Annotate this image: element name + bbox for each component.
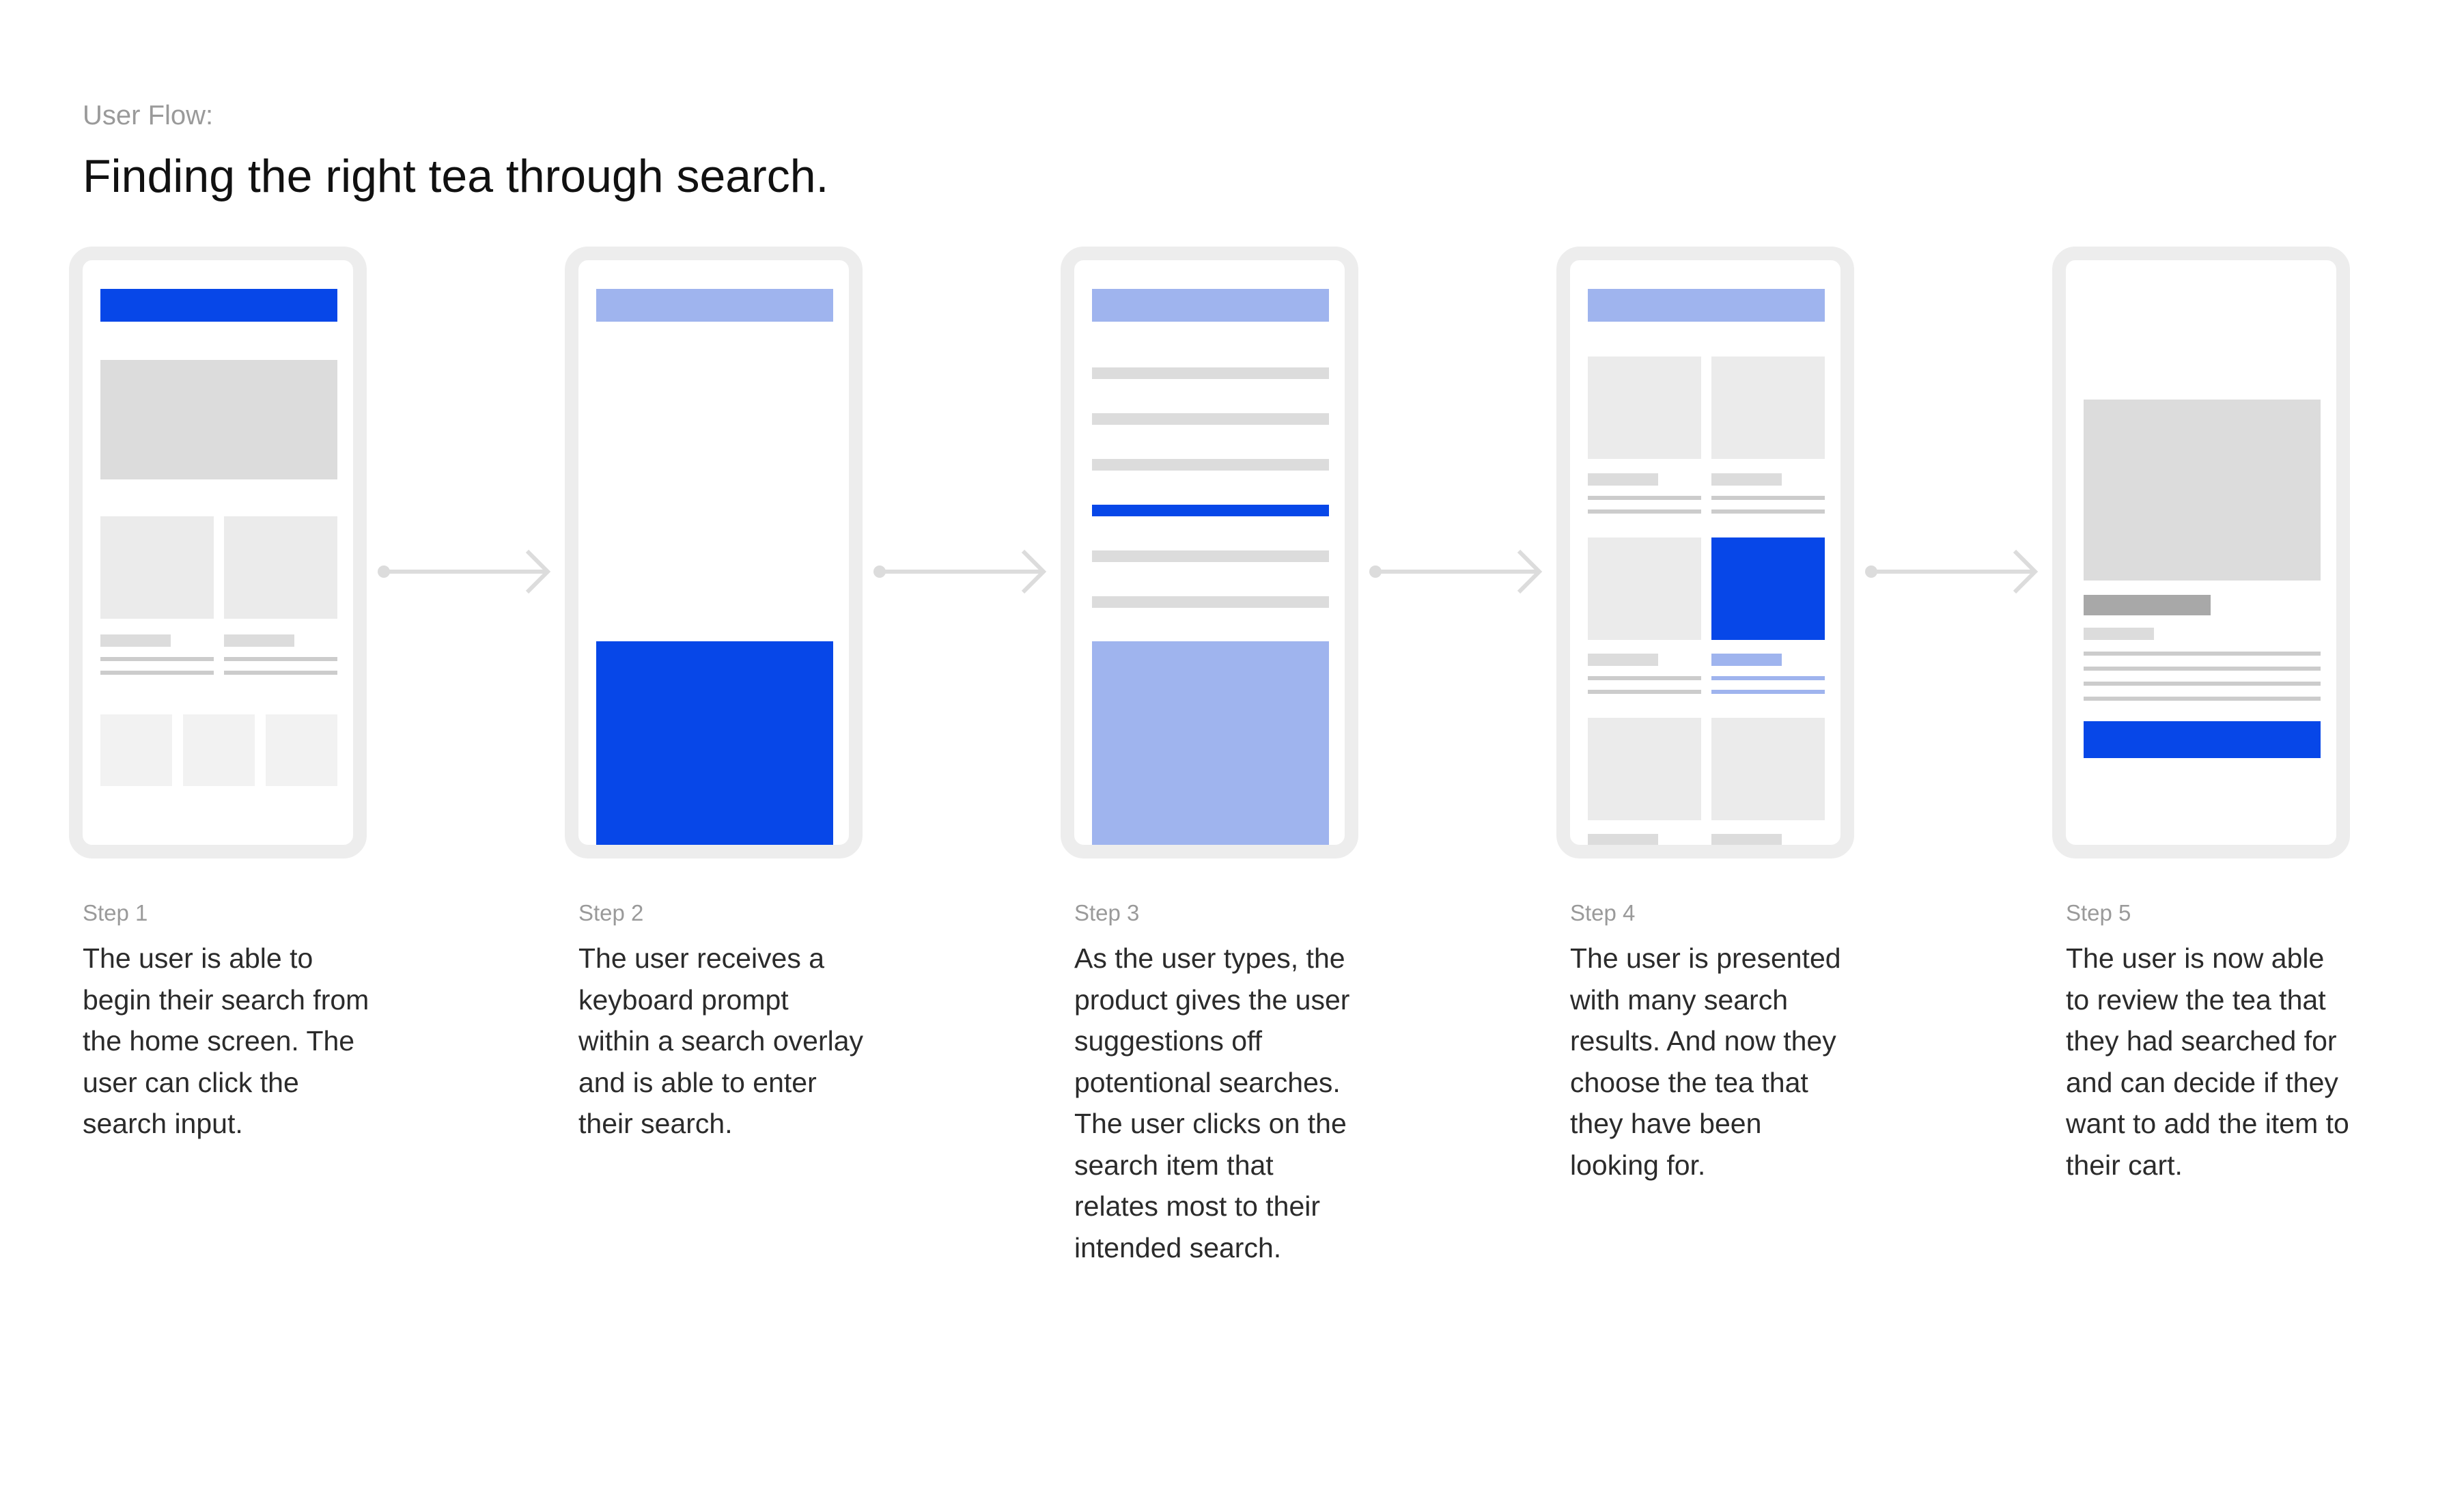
product-title-placeholder (100, 634, 171, 647)
overline-label: User Flow: (83, 100, 214, 130)
result-image-placeholder (1588, 718, 1701, 820)
result-image-placeholder (1588, 357, 1701, 459)
hero-banner-placeholder (100, 360, 337, 479)
text-line-placeholder (1588, 676, 1701, 680)
suggestion-item (1092, 459, 1329, 471)
result-image-placeholder (1711, 718, 1825, 820)
text-line-placeholder (100, 671, 214, 675)
result-title-placeholder (1588, 473, 1658, 486)
phone-mockup-step-3 (1061, 247, 1358, 858)
description-line-placeholder (2084, 667, 2321, 671)
keyboard-placeholder (596, 641, 833, 845)
product-image-placeholder (224, 516, 337, 619)
text-line-placeholder (1711, 496, 1825, 500)
result-image-placeholder (1711, 357, 1825, 459)
text-line-selected (1711, 676, 1825, 680)
step-description: The user is now able to review the tea t… (2066, 942, 2349, 1181)
text-line-placeholder (1588, 509, 1701, 514)
text-line-placeholder (224, 671, 337, 675)
flow-arrow (873, 549, 1047, 594)
phone-mockup-step-1 (69, 247, 367, 858)
suggestion-item (1092, 550, 1329, 562)
phone-mockup-step-2 (565, 247, 863, 858)
suggestion-item-selected (1092, 505, 1329, 516)
description-line-placeholder (2084, 682, 2321, 686)
step-description: The user is able to begin their search f… (83, 942, 369, 1139)
product-price-placeholder (2084, 628, 2154, 640)
step-label: Step 2 (578, 900, 644, 925)
description-line-placeholder (2084, 697, 2321, 701)
result-title-selected (1711, 654, 1782, 666)
step-description: The user receives a keyboard prompt with… (578, 942, 864, 1139)
text-line-placeholder (1588, 856, 1701, 858)
search-bar-placeholder (596, 289, 833, 322)
page-title: Finding the right tea through search. (83, 150, 829, 202)
category-tile-placeholder (100, 714, 172, 786)
result-title-placeholder (1711, 834, 1782, 845)
step-label: Step 1 (83, 900, 148, 925)
category-tile-placeholder (266, 714, 337, 786)
phone-mockup-step-5 (2052, 247, 2350, 858)
suggestion-item (1092, 367, 1329, 379)
text-line-placeholder (224, 657, 337, 661)
suggestion-item (1092, 596, 1329, 608)
flow-arrow (1369, 549, 1543, 594)
search-input-highlighted (100, 289, 337, 322)
step-label: Step 5 (2066, 900, 2131, 925)
search-bar-placeholder (1588, 289, 1825, 322)
result-image-placeholder (1588, 537, 1701, 640)
description-line-placeholder (2084, 652, 2321, 656)
product-name-placeholder (2084, 595, 2211, 615)
flow-arrow (1865, 549, 2039, 594)
result-image-selected (1711, 537, 1825, 640)
step-label: Step 3 (1074, 900, 1140, 925)
result-title-placeholder (1588, 654, 1658, 666)
text-line-placeholder (1711, 856, 1825, 858)
text-line-placeholder (100, 657, 214, 661)
result-title-placeholder (1711, 473, 1782, 486)
step-description: As the user types, the product gives the… (1074, 942, 1350, 1263)
step-label: Step 4 (1570, 900, 1636, 925)
product-title-placeholder (224, 634, 294, 647)
result-title-placeholder (1588, 834, 1658, 845)
phone-mockup-step-4 (1556, 247, 1854, 858)
step-description: The user is presented with many search r… (1570, 942, 1841, 1181)
add-to-cart-button-placeholder (2084, 721, 2321, 758)
text-line-placeholder (1588, 690, 1701, 694)
text-line-placeholder (1711, 509, 1825, 514)
category-tile-placeholder (183, 714, 255, 786)
keyboard-placeholder (1092, 641, 1329, 845)
suggestion-item (1092, 413, 1329, 425)
search-bar-placeholder (1092, 289, 1329, 322)
text-line-selected (1711, 690, 1825, 694)
product-image-placeholder (100, 516, 214, 619)
text-line-placeholder (1588, 496, 1701, 500)
product-image-placeholder (2084, 400, 2321, 581)
flow-arrow (378, 549, 551, 594)
